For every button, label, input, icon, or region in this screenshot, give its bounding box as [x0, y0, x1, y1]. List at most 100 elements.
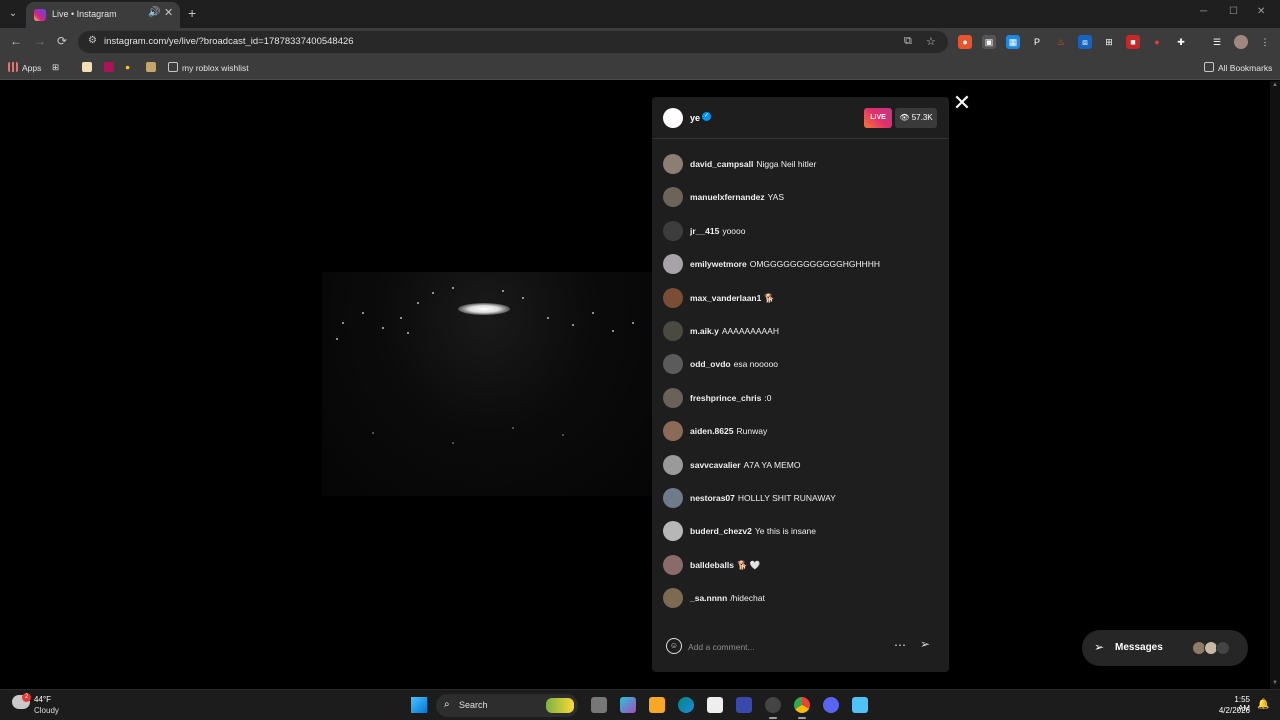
edge-icon[interactable] — [678, 697, 694, 713]
messages-button[interactable]: ➢ Messages — [1082, 630, 1248, 666]
chrome-icon[interactable] — [794, 697, 810, 713]
extension-screenshot-icon[interactable]: ▣ — [982, 35, 996, 49]
new-tab-button[interactable]: + — [188, 5, 196, 21]
close-window-button[interactable]: ✕ — [1257, 6, 1265, 17]
extension-blue-icon[interactable]: ▦ — [1006, 35, 1020, 49]
start-windows-icon[interactable] — [411, 697, 427, 713]
scroll-up-icon[interactable]: ▲ — [1272, 82, 1278, 88]
extension-fire-icon[interactable]: ● — [958, 35, 972, 49]
comment-username[interactable]: buderd_chezv2 — [690, 526, 752, 536]
file-explorer-icon[interactable] — [649, 697, 665, 713]
bookmark-yellow-icon[interactable] — [82, 62, 96, 73]
forward-button[interactable]: → — [34, 34, 46, 48]
copilot-icon[interactable] — [620, 697, 636, 713]
tab-title: Live • Instagram — [52, 9, 117, 19]
comment-avatar[interactable] — [663, 287, 683, 308]
weather-condition[interactable]: Cloudy — [34, 706, 59, 715]
extension-grid-icon[interactable]: ⊞ — [1102, 35, 1116, 49]
bookmark-image-icon[interactable] — [146, 62, 160, 73]
comment-avatar[interactable] — [663, 487, 683, 508]
active-app-indicator — [769, 717, 777, 719]
send-icon[interactable]: ➢ — [920, 637, 930, 651]
clock-date[interactable]: 4/2/2026 — [1212, 706, 1250, 715]
comment-username[interactable]: manuelxfernandez — [690, 192, 765, 202]
comment-username[interactable]: david_campsall — [690, 159, 753, 169]
comment-message: yoooo — [722, 225, 746, 236]
comment-avatar[interactable] — [663, 254, 683, 275]
extension-red-icon[interactable]: ■ — [1126, 35, 1140, 49]
comment-username[interactable]: aiden.8625 — [690, 426, 733, 436]
bookmarks-bar: Apps ⊞ ● my roblox wishlist All Bookmark… — [0, 56, 1280, 80]
comment-username[interactable]: emilywetmore — [690, 259, 747, 269]
taskbar-search[interactable]: ⌕ Search — [436, 694, 578, 717]
comment-username[interactable]: max_vanderlaan1 — [690, 293, 761, 303]
more-options-icon[interactable]: ⋯ — [894, 638, 906, 652]
comment-username[interactable]: balldeballs — [690, 560, 734, 570]
notepad-icon[interactable] — [852, 697, 868, 713]
extensions-puzzle-icon[interactable]: ✚ — [1174, 35, 1188, 49]
comment-avatar[interactable] — [663, 354, 683, 375]
comment-username[interactable]: freshprince_chris — [690, 393, 761, 403]
comment-avatar[interactable] — [663, 387, 683, 408]
comment-username[interactable]: _sa.nnnn — [690, 593, 727, 603]
comment-avatar[interactable] — [663, 588, 683, 609]
tab-search-chevron-icon[interactable]: ⌄ — [4, 5, 22, 23]
tab-instagram-live[interactable]: Live • Instagram 🔊 ✕ — [26, 2, 180, 28]
comment-avatar[interactable] — [663, 421, 683, 442]
comment-username[interactable]: odd_ovdo — [690, 359, 731, 369]
live-video-player[interactable] — [322, 272, 652, 496]
comment-username[interactable]: m.aik.y — [690, 326, 719, 336]
comment-username[interactable]: nestoras07 — [690, 493, 735, 503]
tab-close-icon[interactable]: ✕ — [164, 6, 173, 19]
comment-text: manuelxfernandez YAS — [690, 192, 784, 202]
reload-button[interactable]: ⟳ — [57, 34, 67, 48]
emoji-icon[interactable]: ☺ — [666, 638, 682, 654]
comment-input[interactable] — [688, 638, 888, 656]
comment-avatar[interactable] — [663, 554, 683, 575]
comment-username[interactable]: jr__415 — [690, 226, 719, 236]
task-view-icon[interactable] — [591, 697, 607, 713]
bookmark-m-icon[interactable] — [104, 62, 118, 73]
comment-avatar[interactable] — [663, 187, 683, 208]
address-bar[interactable]: ⚙ instagram.com/ye/live/?broadcast_id=17… — [78, 31, 948, 53]
live-badge: LIVE — [864, 108, 892, 128]
comment-avatar[interactable] — [663, 220, 683, 241]
browser-menu-icon[interactable]: ⋮ — [1258, 35, 1272, 49]
scroll-down-icon[interactable]: ▼ — [1272, 680, 1278, 686]
close-live-button[interactable]: ✕ — [952, 92, 972, 114]
back-button[interactable]: ← — [10, 34, 22, 48]
tab-audio-icon[interactable]: 🔊 — [148, 7, 160, 18]
maximize-window-button[interactable]: ☐ — [1229, 6, 1238, 17]
reading-list-icon[interactable]: ☰ — [1210, 35, 1224, 49]
extension-p-icon[interactable]: P — [1030, 35, 1044, 49]
all-bookmarks-folder[interactable]: All Bookmarks — [1204, 62, 1272, 73]
discord-icon[interactable] — [823, 697, 839, 713]
comment-avatar[interactable] — [663, 320, 683, 341]
profile-avatar[interactable] — [1234, 35, 1248, 49]
comment-avatar[interactable] — [663, 154, 683, 174]
host-username[interactable]: ye — [690, 113, 700, 123]
app-gray-icon[interactable] — [765, 697, 781, 713]
minimize-window-button[interactable]: ─ — [1200, 6, 1207, 17]
messages-avatar — [1216, 641, 1230, 655]
page-scrollbar[interactable] — [1270, 81, 1280, 689]
site-info-icon[interactable]: ⚙ — [88, 35, 97, 46]
comment-username[interactable]: savvcavalier — [690, 460, 741, 470]
store-icon[interactable] — [707, 697, 723, 713]
bookmark-folder-roblox[interactable]: my roblox wishlist — [168, 62, 249, 73]
bookmark-apps[interactable]: Apps — [8, 62, 41, 73]
app-blue-icon[interactable] — [736, 697, 752, 713]
host-avatar[interactable] — [663, 108, 683, 128]
extension-drop-icon[interactable]: ● — [1150, 35, 1164, 49]
notification-bell-icon[interactable]: 🔔 — [1257, 699, 1269, 710]
comment-avatar[interactable] — [663, 521, 683, 542]
comment-message: /hidechat — [730, 593, 765, 604]
extension-flame-icon[interactable]: ♨ — [1054, 35, 1068, 49]
bookmark-star-icon[interactable]: ☆ — [926, 35, 936, 48]
bookmark-bolt-icon[interactable]: ● — [125, 62, 130, 72]
extension-window-icon[interactable]: ⧈ — [1078, 35, 1092, 49]
bookmark-grid-icon[interactable]: ⊞ — [52, 62, 59, 73]
comment-avatar[interactable] — [663, 454, 683, 475]
weather-temperature[interactable]: 44°F — [34, 695, 51, 704]
install-app-icon[interactable]: ⧉ — [904, 35, 912, 48]
